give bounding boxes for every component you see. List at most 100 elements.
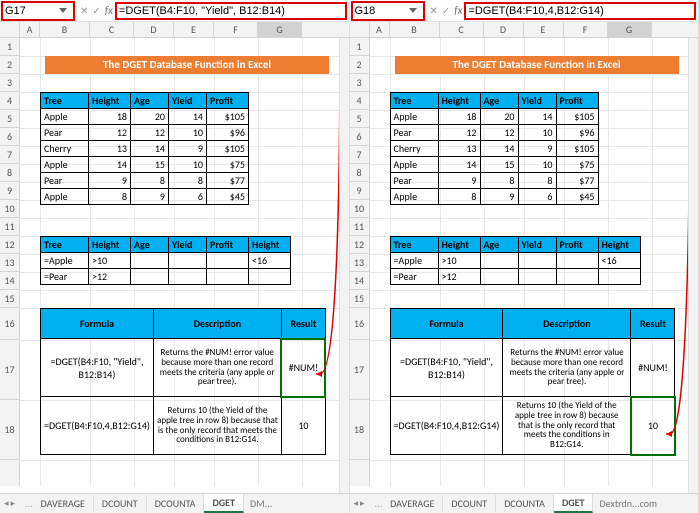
data-cell[interactable]: Apple [390,189,438,205]
row-header-11[interactable]: 11 [350,218,369,236]
sheet-tab-dget[interactable]: DGET [204,494,244,513]
col-header-E[interactable]: E [174,22,214,37]
criteria-cell[interactable] [556,269,598,285]
row-header-1[interactable]: 1 [350,38,369,56]
description-cell[interactable]: Returns 10 (the Yield of the apple tree … [503,397,631,455]
description-cell[interactable]: Returns the #NUM! error value because mo… [153,339,281,397]
formula-bar[interactable] [119,5,343,17]
data-cell[interactable]: 14 [518,109,556,125]
row-header-15[interactable]: 15 [350,290,369,308]
row-header-8[interactable]: 8 [350,164,369,182]
data-cell[interactable]: 8 [89,189,131,205]
criteria-cell[interactable]: >10 [438,253,480,269]
criteria-cell[interactable]: <16 [249,253,291,269]
data-cell[interactable]: $105 [556,109,598,125]
data-cell[interactable]: $75 [207,157,249,173]
formula-cell[interactable]: =DGET(B4:F10,4,B12:G14) [390,397,503,455]
data-cell[interactable]: 9 [438,173,480,189]
data-cell[interactable]: $96 [207,125,249,141]
data-cell[interactable]: 6 [169,189,207,205]
data-cell[interactable]: 8 [438,189,480,205]
row-header-13[interactable]: 13 [350,254,369,272]
criteria-cell[interactable]: =Pear [390,269,438,285]
data-cell[interactable]: Apple [41,109,89,125]
data-cell[interactable]: 9 [518,141,556,157]
data-cell[interactable]: 14 [480,141,518,157]
select-all-corner[interactable] [0,22,20,37]
col-header-A[interactable]: A [20,22,40,37]
row-header-6[interactable]: 6 [350,128,369,146]
fx-icon[interactable]: fx [105,4,113,17]
result-cell[interactable]: 10 [631,397,675,455]
data-cell[interactable]: 18 [438,109,480,125]
row-header-14[interactable]: 14 [0,272,19,290]
data-cell[interactable]: 20 [480,109,518,125]
cancel-icon[interactable]: ✕ [80,4,88,17]
sheet-tab-daverage[interactable]: DAVERAGE [382,495,443,512]
criteria-cell[interactable]: =Pear [41,269,89,285]
accept-icon[interactable]: ✓ [442,4,450,17]
sheet-tab-dcount[interactable]: DCOUNT [443,495,496,512]
data-cell[interactable]: Cherry [390,141,438,157]
row-header-2[interactable]: 2 [350,56,369,74]
criteria-cell[interactable] [207,269,249,285]
formula-cell[interactable]: =DGET(B4:F10, "Yield", B12:B14) [390,339,503,397]
row-header-9[interactable]: 9 [350,182,369,200]
col-header-G[interactable]: G [258,22,302,37]
criteria-cell[interactable]: >10 [89,253,131,269]
criteria-cell[interactable] [556,253,598,269]
sheet-tab-dcount[interactable]: DCOUNT [94,495,147,512]
col-header-A[interactable]: A [370,22,390,37]
row-header-18[interactable]: 18 [350,400,369,460]
data-cell[interactable]: 10 [518,125,556,141]
data-cell[interactable]: 20 [131,109,169,125]
row-header-7[interactable]: 7 [0,146,19,164]
result-cell[interactable]: 10 [281,397,325,455]
data-cell[interactable]: 9 [89,173,131,189]
col-header-B[interactable]: B [40,22,90,37]
data-cell[interactable]: 10 [518,157,556,173]
row-header-12[interactable]: 12 [350,236,369,254]
formula-bar[interactable] [468,5,692,17]
col-header-B[interactable]: B [390,22,440,37]
tab-nav[interactable]: ◂▸ [354,498,365,509]
data-cell[interactable]: 15 [131,157,169,173]
description-cell[interactable]: Returns 10 (the Yield of the apple tree … [153,397,281,455]
data-cell[interactable]: 8 [169,173,207,189]
data-cell[interactable]: Apple [390,109,438,125]
data-cell[interactable]: 12 [480,125,518,141]
data-cell[interactable]: 6 [518,189,556,205]
data-cell[interactable]: $45 [207,189,249,205]
name-box-dropdown-icon[interactable] [59,8,67,13]
sheet-tab-daverage[interactable]: DAVERAGE [33,495,94,512]
row-header-6[interactable]: 6 [0,128,19,146]
formula-cell[interactable]: =DGET(B4:F10,4,B12:G14) [41,397,154,455]
data-cell[interactable]: $77 [556,173,598,189]
data-cell[interactable]: $96 [556,125,598,141]
row-header-12[interactable]: 12 [0,236,19,254]
row-header-1[interactable]: 1 [0,38,19,56]
data-cell[interactable]: Pear [390,173,438,189]
fx-icon[interactable]: fx [454,4,462,17]
data-cell[interactable]: 8 [480,173,518,189]
data-cell[interactable]: 9 [480,189,518,205]
row-header-3[interactable]: 3 [350,74,369,92]
name-box[interactable] [355,4,405,18]
row-header-4[interactable]: 4 [350,92,369,110]
data-cell[interactable]: 13 [438,141,480,157]
criteria-cell[interactable] [169,253,207,269]
data-cell[interactable]: Cherry [41,141,89,157]
row-header-5[interactable]: 5 [0,110,19,128]
row-header-10[interactable]: 10 [0,200,19,218]
col-header-C[interactable]: C [440,22,484,37]
row-header-8[interactable]: 8 [0,164,19,182]
criteria-cell[interactable] [131,253,169,269]
sheet-tab-dget[interactable]: DGET [554,494,594,513]
criteria-cell[interactable] [207,253,249,269]
criteria-cell[interactable]: <16 [598,253,640,269]
data-cell[interactable]: 18 [89,109,131,125]
criteria-cell[interactable] [131,269,169,285]
row-header-9[interactable]: 9 [0,182,19,200]
row-header-3[interactable]: 3 [0,74,19,92]
result-cell[interactable]: #NUM! [281,339,325,397]
